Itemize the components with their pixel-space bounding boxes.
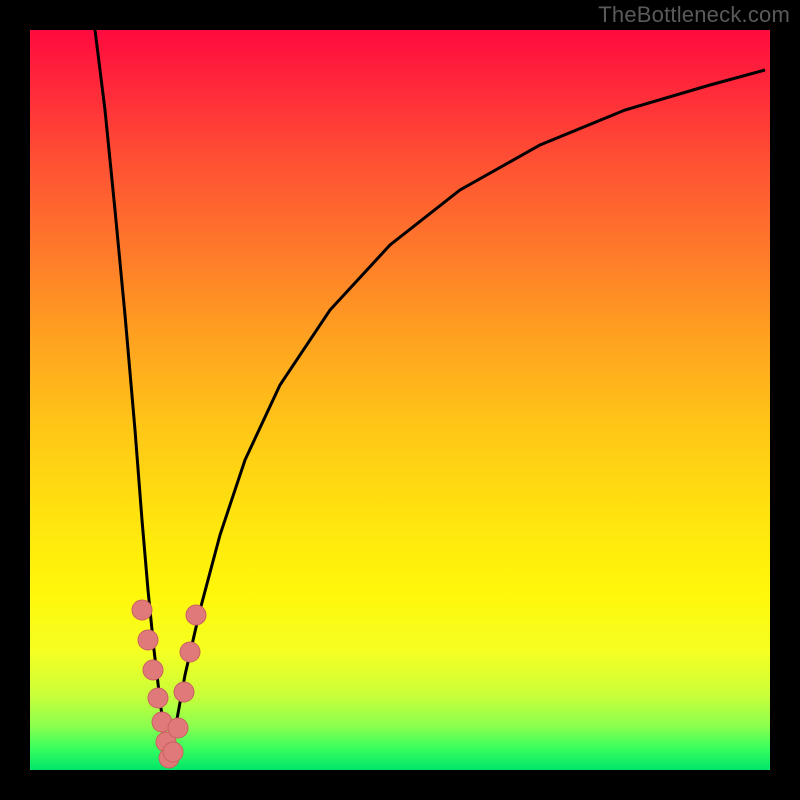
watermark-text: TheBottleneck.com xyxy=(598,2,790,28)
curve-right-branch xyxy=(168,70,765,765)
marker-dot xyxy=(138,630,158,650)
marker-group xyxy=(132,600,206,768)
marker-dot xyxy=(148,688,168,708)
curve-left-branch xyxy=(95,30,168,765)
marker-dot xyxy=(168,718,188,738)
plot-area xyxy=(30,30,770,770)
marker-dot xyxy=(163,742,183,762)
marker-dot xyxy=(132,600,152,620)
chart-svg xyxy=(30,30,770,770)
outer-frame: TheBottleneck.com xyxy=(0,0,800,800)
marker-dot xyxy=(143,660,163,680)
marker-dot xyxy=(180,642,200,662)
marker-dot xyxy=(186,605,206,625)
marker-dot xyxy=(174,682,194,702)
